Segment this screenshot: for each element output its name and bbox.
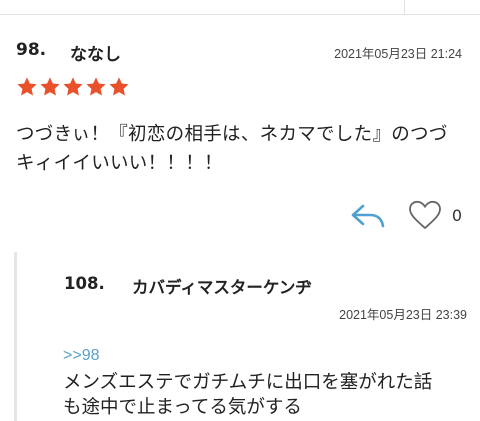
comment-body-line: キィイイいいい！！！！	[16, 153, 223, 174]
comment-body-line: つづきぃ！『初恋の相手は、ネカマでした』のつづ	[16, 124, 448, 145]
comment-98: 98. ななし 2021年05月23日 21:24 つづきぃ！『初恋の相手は、ネ…	[0, 16, 480, 236]
reply-date: 2021年05月23日 23:39	[339, 308, 467, 322]
reply-arrow-icon[interactable]	[350, 201, 386, 229]
previous-comment-edge	[0, 0, 480, 15]
heart-outline-icon[interactable]	[408, 200, 442, 230]
star-icon	[17, 77, 37, 96]
star-icon	[109, 77, 129, 96]
comment-actions: 0	[350, 200, 462, 230]
reply-author: カバディマスターケンヂ	[132, 278, 312, 297]
star-icon	[63, 77, 83, 96]
reply-body: メンズエステでガチムチに出口を塞がれた話 も途中で止まってる気がする	[63, 370, 473, 420]
reply-body-line: メンズエステでガチムチに出口を塞がれた話	[63, 372, 433, 393]
comment-author: ななし	[70, 45, 121, 65]
reply-body-line: も途中で止まってる気がする	[63, 397, 302, 418]
star-icon	[86, 77, 106, 96]
comment-body: つづきぃ！『初恋の相手は、ネカマでした』のつづ キィイイいいい！！！！	[16, 120, 466, 178]
comment-date: 2021年05月23日 21:24	[334, 47, 462, 61]
star-rating	[16, 76, 130, 100]
reply-comment-108: 108. カバディマスターケンヂ 2021年05月23日 23:39 >>98 …	[14, 252, 480, 421]
reply-number: 108.	[64, 274, 105, 293]
divider	[404, 0, 405, 14]
like-count: 0	[451, 205, 462, 225]
comment-number: 98.	[16, 40, 47, 60]
star-icon	[40, 77, 60, 96]
reply-anchor-link[interactable]: >>98	[63, 347, 99, 365]
comment-header: 98. ななし 2021年05月23日 21:24	[16, 38, 464, 66]
